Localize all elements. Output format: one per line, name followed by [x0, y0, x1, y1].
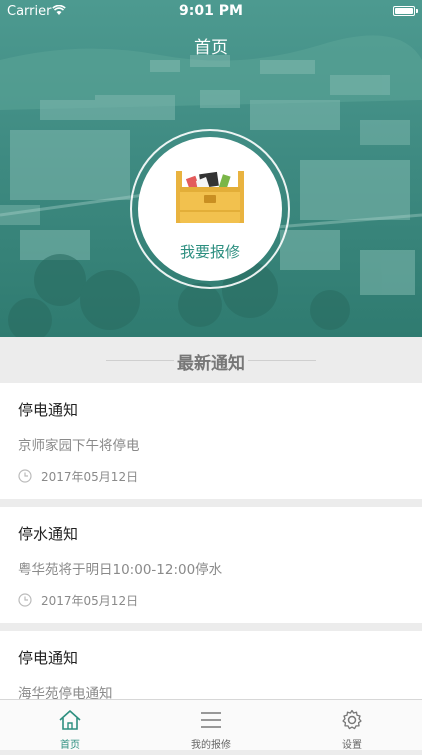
tab-bar: 首页 我的报修 设置 [0, 699, 422, 751]
repair-request-label: 我要报修 [179, 243, 240, 261]
tab-home[interactable]: 首页 [0, 700, 140, 751]
notice-card[interactable]: 停电通知 京师家园下午将停电 2017年05月12日 [0, 383, 422, 499]
home-icon [59, 710, 81, 730]
latest-notices-header: 最新通知 [0, 337, 422, 383]
status-bar: Carrier 9:01 PM [0, 0, 422, 22]
list-icon [201, 712, 221, 728]
tab-home-label: 首页 [60, 740, 80, 751]
notice-title: 停水通知 [18, 525, 79, 543]
clock-icon [18, 593, 32, 607]
clock-icon [18, 469, 32, 483]
tab-my-repairs[interactable]: 我的报修 [141, 700, 281, 751]
gear-icon [342, 709, 362, 730]
tab-my-repairs-label: 我的报修 [191, 740, 231, 751]
toolbox-icon [176, 171, 244, 223]
battery-icon [393, 6, 418, 16]
page-title: 首页 [194, 38, 228, 58]
repair-request-button[interactable]: 我要报修 [138, 137, 282, 281]
notice-body: 粤华苑将于明日10:00-12:00停水 [18, 562, 223, 578]
tab-settings-label: 设置 [342, 740, 362, 751]
divider-right [248, 360, 316, 361]
tab-settings[interactable]: 设置 [282, 700, 422, 751]
notice-date: 2017年05月12日 [41, 594, 139, 608]
notice-title: 停电通知 [18, 649, 79, 667]
notice-body: 京师家园下午将停电 [18, 438, 140, 454]
notice-date: 2017年05月12日 [41, 470, 139, 484]
section-title: 最新通知 [177, 354, 245, 374]
clock-time: 9:01 PM [179, 3, 243, 19]
hero-banner: Carrier 9:01 PM 首页 我要报修 [0, 0, 422, 337]
notice-title: 停电通知 [18, 401, 79, 419]
notice-card[interactable]: 停水通知 粤华苑将于明日10:00-12:00停水 2017年05月12日 [0, 507, 422, 623]
